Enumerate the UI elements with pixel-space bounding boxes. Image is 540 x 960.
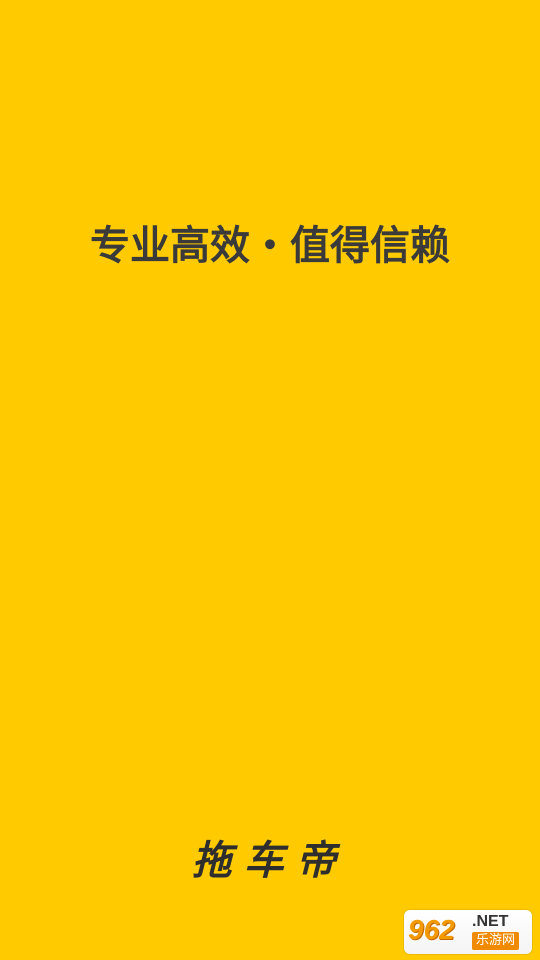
slogan-text: 专业高效・值得信赖	[90, 223, 450, 269]
brand-name: 拖车帝	[192, 837, 348, 884]
watermark-domain: .NET	[472, 913, 509, 930]
watermark-site-name: 乐游网	[472, 932, 520, 950]
site-watermark-logo: 962 .NET 乐游网	[404, 910, 532, 954]
watermark-number: 962	[408, 914, 455, 945]
splash-screen: 专业高效・值得信赖 拖车帝 962 .NET 乐游网	[0, 0, 540, 960]
